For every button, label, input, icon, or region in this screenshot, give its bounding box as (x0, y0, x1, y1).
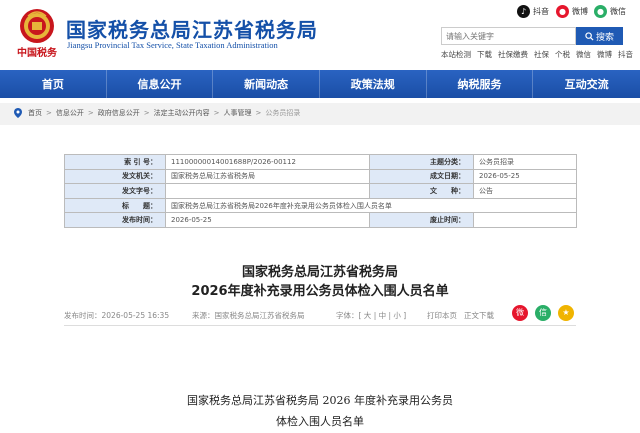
breadcrumb: 首页 > 信息公开 > 政府信息公开 > 法定主动公开内容 > 人事管理 > 公务员招录 (14, 108, 300, 118)
table-row: 发文字号： 文 种： 公告 (64, 183, 577, 199)
qzone-share-icon[interactable]: ★ (558, 305, 574, 321)
article-title-line2: 2026年度补充录用公务员体检入围人员名单 (191, 284, 449, 299)
quick-link[interactable]: 微信 (576, 49, 591, 60)
site-title[interactable]: 国家税务总局江苏省税务局 (66, 14, 318, 43)
date-value: 2026-05-25 (473, 168, 577, 185)
invalid-value (473, 212, 577, 228)
breadcrumb-item[interactable]: 法定主动公开内容 (154, 108, 210, 118)
pubdate-value: 2026-05-25 (165, 212, 370, 228)
category-label: 主题分类： (369, 154, 474, 170)
breadcrumb-bar: 首页 > 信息公开 > 政府信息公开 > 法定主动公开内容 > 人事管理 > 公务员招录 (0, 103, 640, 125)
table-row: 索 引 号： 11100000014001688P/2026-00112 主题分… (64, 154, 577, 170)
nav-item-service[interactable]: 纳税服务 (427, 70, 534, 98)
docno-label: 发文字号： (64, 183, 166, 199)
body-title-line2: 体检入围人员名单 (276, 415, 364, 428)
quick-link[interactable]: 下载 (477, 49, 492, 60)
nav-item-info[interactable]: 信息公开 (107, 70, 214, 98)
location-icon (14, 108, 22, 118)
quick-link[interactable]: 社保 (534, 49, 549, 60)
issuer-value: 国家税务总局江苏省税务局 (165, 168, 370, 185)
quick-link[interactable]: 社保缴费 (498, 49, 528, 60)
index-label: 索 引 号： (64, 154, 166, 170)
print-link[interactable]: 打印本页 (427, 310, 457, 321)
nav-item-policy[interactable]: 政策法规 (320, 70, 427, 98)
invalid-label: 废止时间： (369, 212, 474, 228)
nav-item-home[interactable]: 首页 (0, 70, 107, 98)
font-size-control[interactable]: 字体：[ 大 | 中 | 小 ] (336, 310, 406, 321)
body-title-line1: 国家税务总局江苏省税务局 2026 年度补充录用公务员 (187, 394, 453, 407)
search-icon (585, 31, 594, 41)
quick-link[interactable]: 个税 (555, 49, 570, 60)
type-value: 公告 (473, 183, 577, 199)
douyin-icon: ♪ (517, 5, 530, 18)
table-row: 标 题： 国家税务总局江苏省税务局2026年度补充录用公务员体检入围人员名单 (64, 197, 577, 214)
quick-link[interactable]: 本站检测 (441, 49, 471, 60)
breadcrumb-item[interactable]: 政府信息公开 (98, 108, 140, 118)
social-wechat[interactable]: ● 微信 (594, 5, 626, 18)
pubdate-label: 发布时间： (64, 212, 166, 228)
nav-item-interact[interactable]: 互动交流 (533, 70, 640, 98)
search-button[interactable]: 搜索 (576, 27, 623, 45)
main-nav: 首页 信息公开 新闻动态 政策法规 纳税服务 互动交流 (0, 70, 640, 98)
svg-text:中国税务: 中国税务 (17, 46, 58, 59)
index-value: 11100000014001688P/2026-00112 (165, 154, 370, 170)
social-douyin[interactable]: ♪ 抖音 (517, 5, 549, 18)
wechat-share-icon[interactable]: 信 (535, 305, 551, 321)
table-row: 发布时间： 2026-05-25 废止时间： (64, 212, 577, 228)
article-source: 来源：国家税务总局江苏省税务局 (192, 311, 305, 320)
issuer-label: 发文机关： (64, 168, 166, 185)
weibo-icon: ● (556, 5, 569, 18)
publish-time: 发布时间：2026-05-25 16:35 (64, 311, 170, 320)
quick-link[interactable]: 抖音 (618, 49, 633, 60)
document-info-table: 索 引 号： 11100000014001688P/2026-00112 主题分… (64, 154, 577, 228)
site-header: 中国税务 国家税务总局江苏省税务局 Jiangsu Provincial Tax… (0, 0, 640, 66)
wechat-icon: ● (594, 5, 607, 18)
breadcrumb-item[interactable]: 信息公开 (56, 108, 84, 118)
site-subtitle: Jiangsu Provincial Tax Service, State Ta… (67, 40, 278, 50)
quick-links: 本站检测 下载 社保缴费 社保 个税 微信 微博 抖音 (441, 49, 639, 60)
nav-item-news[interactable]: 新闻动态 (213, 70, 320, 98)
category-value: 公务员招录 (473, 154, 577, 170)
docno-value (165, 183, 370, 199)
tax-emblem-icon[interactable]: 中国税务 (14, 6, 60, 62)
breadcrumb-item[interactable]: 首页 (28, 108, 42, 118)
article-title-line1: 国家税务总局江苏省税务局 (241, 265, 398, 280)
type-label: 文 种： (369, 183, 474, 199)
search-input[interactable] (441, 27, 576, 45)
divider (64, 325, 576, 326)
breadcrumb-item[interactable]: 公务员招录 (265, 108, 300, 118)
title-value: 国家税务总局江苏省税务局2026年度补充录用公务员体检入围人员名单 (165, 197, 577, 214)
social-weibo[interactable]: ● 微博 (556, 5, 588, 18)
download-link[interactable]: 正文下载 (464, 310, 494, 321)
breadcrumb-item[interactable]: 人事管理 (224, 108, 252, 118)
date-label: 成文日期： (369, 168, 474, 185)
table-row: 发文机关： 国家税务总局江苏省税务局 成文日期： 2026-05-25 (64, 168, 577, 185)
weibo-share-icon[interactable]: 微 (512, 305, 528, 321)
quick-link[interactable]: 微博 (597, 49, 612, 60)
title-label: 标 题： (64, 197, 166, 214)
